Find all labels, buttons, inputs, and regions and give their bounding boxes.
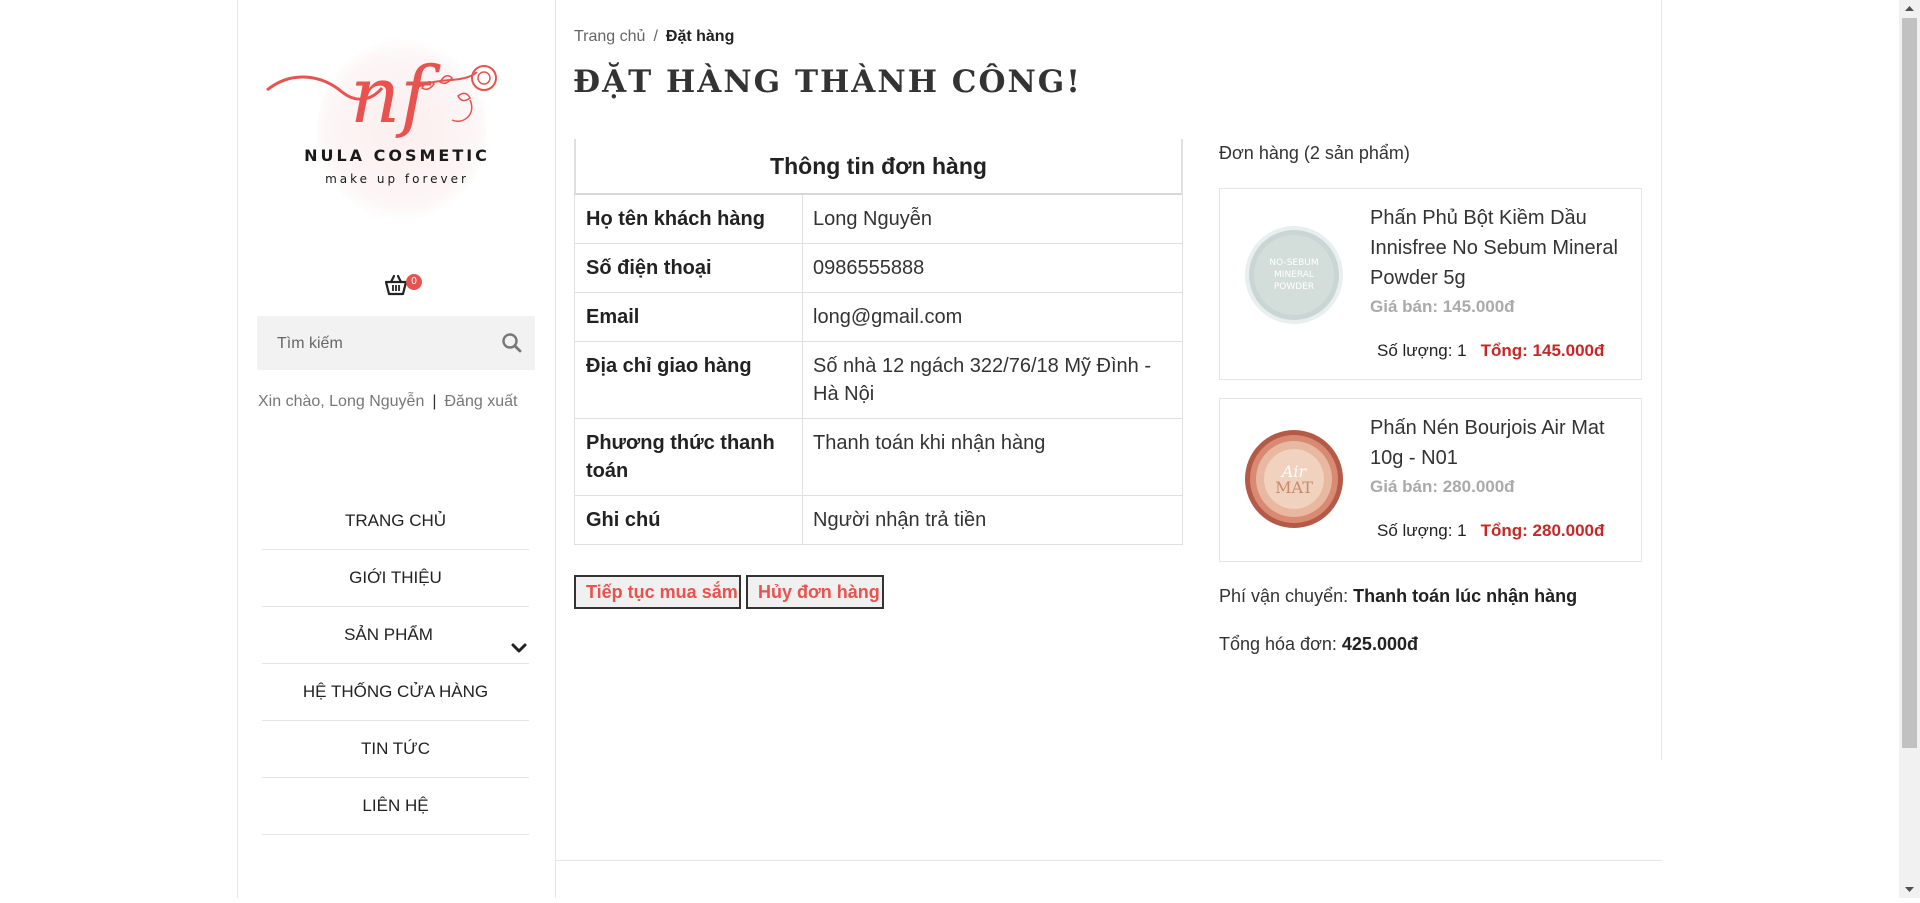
basket-icon: [384, 274, 408, 296]
cart-count-badge: 0: [406, 274, 422, 290]
breadcrumb-current: Đặt hàng: [665, 28, 735, 45]
page-frame-right: [1661, 0, 1662, 760]
order-item: Air MAT Phấn Nén Bourjois Air Mat 10g - …: [1219, 398, 1642, 562]
vertical-scrollbar[interactable]: [1899, 0, 1920, 898]
shipping-fee-label: Phí vận chuyển:: [1219, 586, 1349, 606]
svg-text:POWDER: POWDER: [1274, 282, 1314, 292]
order-info-row: Ghi chú Người nhận trả tiền: [575, 496, 1182, 544]
order-info-label: Họ tên khách hàng: [575, 195, 803, 243]
menu-item-label: HỆ THỐNG CỬA HÀNG: [302, 682, 489, 701]
logo-monogram: nf: [350, 51, 441, 141]
grand-total-line: Tổng hóa đơn: 425.000đ: [1219, 634, 1418, 655]
order-info-row: Họ tên khách hàng Long Nguyễn: [575, 195, 1182, 244]
order-info-value: Số nhà 12 ngách 322/76/18 Mỹ Đình - Hà N…: [813, 355, 1152, 405]
menu-item-label: TIN TỨC: [361, 739, 430, 758]
menu-item-home[interactable]: TRANG CHỦ: [262, 493, 529, 550]
brand-tagline: make up forever: [325, 172, 469, 186]
order-item: NO-SEBUM MINERAL POWDER Phấn Phủ Bột Kiề…: [1219, 188, 1642, 380]
sidebar-divider: [555, 0, 556, 898]
product-price: Giá bán: 145.000đ: [1370, 297, 1515, 316]
user-bar: Xin chào, Long Nguyễn | Đăng xuất: [258, 393, 538, 411]
product-quantity-line: Số lượng: 1 Tổng: 280.000đ: [1377, 521, 1604, 541]
product-thumbnail[interactable]: Air MAT: [1242, 427, 1346, 531]
menu-item-label: LIÊN HỆ: [362, 796, 429, 815]
continue-shopping-button[interactable]: Tiếp tục mua sắm: [574, 575, 741, 609]
product-quantity-line: Số lượng: 1 Tổng: 145.000đ: [1377, 341, 1604, 361]
order-info-row: Địa chỉ giao hàng Số nhà 12 ngách 322/76…: [575, 342, 1182, 419]
main-menu: TRANG CHỦ GIỚI THIỆU SẢN PHẨM HỆ THỐNG C…: [262, 493, 529, 835]
menu-item-label: GIỚI THIỆU: [349, 568, 442, 587]
chevron-down-icon[interactable]: [509, 625, 529, 653]
cart-button[interactable]: 0: [382, 270, 422, 300]
menu-item-products[interactable]: SẢN PHẨM: [262, 607, 529, 664]
user-greeting-link[interactable]: Xin chào, Long Nguyễn: [258, 393, 424, 410]
product-thumbnail[interactable]: NO-SEBUM MINERAL POWDER: [1242, 223, 1346, 327]
menu-item-label: TRANG CHỦ: [344, 511, 447, 530]
search-button[interactable]: [499, 330, 525, 356]
order-info-row: Số điện thoại 0986555888: [575, 244, 1182, 293]
scrollbar-thumb[interactable]: [1902, 18, 1917, 748]
product-name-link[interactable]: Phấn Nén Bourjois Air Mat 10g - N01: [1370, 413, 1630, 473]
order-info-value: Thanh toán khi nhận hàng: [813, 432, 1046, 454]
order-info-row: Email long@gmail.com: [575, 293, 1182, 342]
order-info-table: Thông tin đơn hàng Họ tên khách hàng Lon…: [574, 139, 1183, 545]
order-summary-heading: Đơn hàng (2 sản phẩm): [1219, 143, 1410, 163]
order-info-label: Số điện thoại: [575, 244, 803, 292]
search-input[interactable]: [275, 331, 499, 357]
page-title: ĐẶT HÀNG THÀNH CÔNG!: [573, 64, 1082, 100]
svg-text:MINERAL: MINERAL: [1274, 270, 1314, 280]
menu-item-about[interactable]: GIỚI THIỆU: [262, 550, 529, 607]
shipping-fee-line: Phí vận chuyển: Thanh toán lúc nhận hàng: [1219, 586, 1577, 607]
order-info-label: Phương thức thanh toán: [575, 419, 803, 495]
order-info-row: Phương thức thanh toán Thanh toán khi nh…: [575, 419, 1182, 496]
menu-item-stores[interactable]: HỆ THỐNG CỬA HÀNG: [262, 664, 529, 721]
logo-mark-icon: nf: [266, 51, 497, 141]
grand-total-label: Tổng hóa đơn:: [1219, 634, 1337, 654]
search-box: [257, 316, 535, 370]
cancel-order-button[interactable]: Hủy đơn hàng: [746, 575, 884, 609]
product-quantity: Số lượng: 1: [1377, 521, 1467, 540]
breadcrumb: Trang chủ / Đặt hàng: [574, 28, 734, 46]
product-total: Tổng: 280.000đ: [1480, 521, 1605, 540]
page-frame-left: [237, 0, 238, 898]
search-icon: [502, 333, 522, 353]
product-name-link[interactable]: Phấn Phủ Bột Kiềm Dầu Innisfree No Sebum…: [1370, 203, 1630, 293]
order-info-label: Ghi chú: [575, 496, 803, 544]
grand-total-value: 425.000đ: [1341, 634, 1418, 654]
product-price: Giá bán: 280.000đ: [1370, 477, 1515, 496]
content-bottom-divider: [556, 860, 1662, 861]
order-info-value: Người nhận trả tiền: [813, 509, 987, 531]
brand-name: NULA COSMETIC: [304, 146, 490, 165]
scroll-down-arrow-icon[interactable]: [1899, 881, 1920, 898]
logout-link[interactable]: Đăng xuất: [445, 393, 518, 410]
order-info-label: Email: [575, 293, 803, 341]
user-separator: |: [432, 393, 437, 410]
svg-text:MAT: MAT: [1275, 478, 1313, 497]
scroll-up-arrow-icon[interactable]: [1899, 0, 1920, 17]
brand-logo[interactable]: nf NULA COSMETIC make up forever: [262, 30, 532, 230]
menu-item-label: SẢN PHẨM: [344, 625, 433, 644]
product-quantity: Số lượng: 1: [1377, 341, 1467, 360]
order-info-label: Địa chỉ giao hàng: [575, 342, 803, 418]
breadcrumb-home-link[interactable]: Trang chủ: [574, 28, 645, 45]
svg-text:NO-SEBUM: NO-SEBUM: [1269, 258, 1318, 268]
menu-item-news[interactable]: TIN TỨC: [262, 721, 529, 778]
shipping-fee-value: Thanh toán lúc nhận hàng: [1353, 586, 1578, 606]
menu-item-contact[interactable]: LIÊN HỆ: [262, 778, 529, 835]
order-info-value: Long Nguyễn: [813, 208, 932, 230]
product-total: Tổng: 145.000đ: [1480, 341, 1605, 360]
order-info-value: 0986555888: [813, 257, 925, 279]
breadcrumb-separator: /: [653, 28, 658, 45]
order-info-value: long@gmail.com: [813, 306, 963, 328]
order-info-heading: Thông tin đơn hàng: [575, 139, 1182, 195]
